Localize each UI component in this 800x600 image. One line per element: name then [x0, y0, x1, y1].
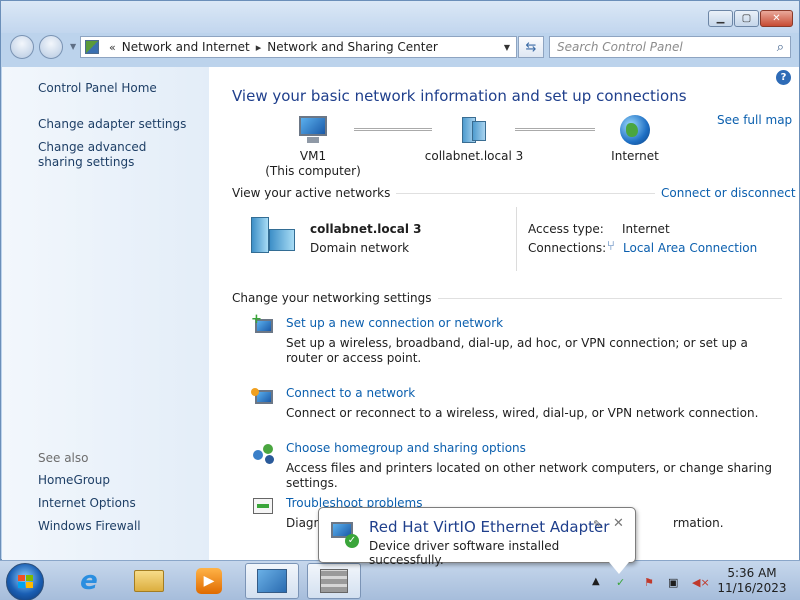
- sidebar-change-advanced-sharing[interactable]: Change advanced sharing settings: [38, 140, 188, 170]
- divider: [516, 207, 517, 271]
- clock-date: 11/16/2023: [717, 581, 787, 595]
- map-this-computer[interactable]: VM1 (This computer): [263, 115, 363, 179]
- maximize-button[interactable]: ▢: [734, 10, 759, 27]
- sidebar-homegroup[interactable]: HomeGroup: [38, 473, 110, 488]
- connect-to-network-link[interactable]: Connect to a network: [286, 386, 415, 400]
- troubleshoot-icon: [251, 496, 277, 520]
- breadcrumb-network-and-internet[interactable]: Network and Internet: [122, 40, 250, 54]
- device-installed-tray-icon[interactable]: ✓: [616, 576, 625, 589]
- sidebar-control-panel-home[interactable]: Control Panel Home: [38, 81, 157, 96]
- connect-or-disconnect-link[interactable]: Connect or disconnect: [655, 186, 796, 200]
- device-setup-icon: [320, 569, 348, 593]
- search-icon[interactable]: ⌕: [777, 40, 784, 55]
- action-center-icon[interactable]: ⚑: [644, 576, 654, 589]
- see-full-map-link[interactable]: See full map: [717, 113, 792, 127]
- refresh-icon: ⇆: [525, 39, 537, 55]
- active-network-type[interactable]: Domain network: [310, 241, 409, 255]
- network-name: collabnet.local 3: [424, 149, 524, 163]
- new-connection-icon: +: [251, 313, 277, 339]
- setup-new-connection-desc: Set up a wireless, broadband, dial-up, a…: [286, 336, 748, 365]
- network-center-icon: [257, 569, 287, 593]
- system-tray: ▲ ✓ ⚑ ▣ ◀×: [590, 564, 710, 598]
- back-button[interactable]: [10, 35, 34, 59]
- active-network-name: collabnet.local 3: [310, 222, 422, 236]
- taskbar-device-setup[interactable]: [307, 563, 361, 599]
- taskbar-internet-explorer[interactable]: e: [62, 563, 116, 599]
- homegroup-icon: [251, 442, 277, 466]
- breadcrumb-overflow[interactable]: «: [109, 41, 116, 54]
- forward-button[interactable]: [39, 35, 63, 59]
- options-wrench-icon[interactable]: ✎: [593, 518, 602, 531]
- domain-network-large-icon: [249, 217, 301, 255]
- see-also-label: See also: [38, 451, 89, 465]
- taskbar-control-panel[interactable]: [245, 563, 299, 599]
- connect-to-network-desc: Connect or reconnect to a wireless, wire…: [286, 406, 759, 420]
- main-content: ? View your basic network information an…: [209, 67, 799, 561]
- setup-new-connection-link[interactable]: Set up a new connection or network: [286, 316, 503, 330]
- internet-label: Internet: [611, 149, 659, 163]
- networking-settings-title: Change your networking settings: [232, 291, 438, 305]
- window-controls: ▁ ▢ ✕: [708, 10, 793, 27]
- address-bar[interactable]: « Network and Internet ▸ Network and Sha…: [80, 36, 517, 58]
- active-networks-title: View your active networks: [232, 186, 397, 200]
- sidebar-change-adapter-settings[interactable]: Change adapter settings: [38, 117, 186, 132]
- homegroup-sharing-desc: Access files and printers located on oth…: [286, 461, 772, 490]
- network-sharing-center-window: ▁ ▢ ✕ ▼ « Network and Internet ▸ Network…: [0, 0, 800, 561]
- breadcrumb-network-sharing-center[interactable]: Network and Sharing Center: [267, 40, 438, 54]
- minimize-button[interactable]: ▁: [708, 10, 733, 27]
- sidebar: Control Panel Home Change adapter settin…: [2, 67, 209, 561]
- access-type-value: Internet: [622, 222, 670, 236]
- internet-globe-icon: [620, 115, 650, 145]
- folder-icon: [134, 570, 164, 592]
- navigation-bar: ▼ « Network and Internet ▸ Network and S…: [1, 33, 799, 61]
- clock-time: 5:36 AM: [727, 566, 777, 580]
- network-tray-icon[interactable]: ▣: [668, 576, 678, 589]
- breadcrumb-separator-icon[interactable]: ▸: [256, 41, 262, 54]
- notification-title: Red Hat VirtIO Ethernet Adapter: [369, 518, 610, 536]
- close-button[interactable]: ✕: [760, 10, 793, 27]
- recent-pages-dropdown-icon[interactable]: ▼: [70, 42, 76, 51]
- help-icon[interactable]: ?: [776, 70, 791, 85]
- show-hidden-icons-icon[interactable]: ▲: [592, 576, 600, 587]
- notification-text: Device driver software installed success…: [369, 539, 560, 567]
- ethernet-plug-icon: ⑂: [607, 239, 615, 254]
- title-bar[interactable]: ▁ ▢ ✕: [1, 1, 799, 33]
- search-input[interactable]: Search Control Panel ⌕: [549, 36, 791, 58]
- sidebar-windows-firewall[interactable]: Windows Firewall: [38, 519, 141, 534]
- page-title: View your basic network information and …: [232, 87, 687, 105]
- computer-subtitle: (This computer): [265, 164, 361, 178]
- connect-to-network-icon: [251, 386, 277, 410]
- windows-logo-icon: [18, 575, 34, 589]
- control-panel-icon: [85, 40, 99, 54]
- network-adapter-icon: ✓: [331, 520, 361, 548]
- internet-explorer-icon: e: [80, 566, 98, 596]
- access-type-label: Access type:: [528, 222, 604, 236]
- notification-close-icon[interactable]: ✕: [613, 516, 624, 531]
- sidebar-internet-options[interactable]: Internet Options: [38, 496, 136, 511]
- refresh-button[interactable]: ⇆: [518, 36, 544, 58]
- taskbar-windows-explorer[interactable]: [122, 563, 176, 599]
- homegroup-sharing-link[interactable]: Choose homegroup and sharing options: [286, 441, 526, 455]
- computer-icon: [297, 115, 329, 145]
- media-player-icon: ▶: [196, 568, 222, 594]
- address-dropdown-icon[interactable]: ▼: [504, 43, 510, 52]
- connections-label: Connections:: [528, 241, 607, 255]
- computer-name: VM1: [299, 149, 327, 163]
- search-placeholder: Search Control Panel: [557, 40, 683, 54]
- clock[interactable]: 5:36 AM 11/16/2023: [712, 566, 792, 596]
- troubleshoot-desc-end: rmation.: [673, 516, 724, 530]
- volume-muted-icon[interactable]: ◀×: [692, 576, 710, 589]
- driver-install-notification[interactable]: ✓ Red Hat VirtIO Ethernet Adapter Device…: [318, 507, 636, 574]
- domain-network-icon: [458, 115, 490, 145]
- start-button[interactable]: [6, 563, 44, 600]
- map-connector-line: [515, 128, 595, 131]
- balloon-tail: [609, 562, 629, 574]
- map-internet-node[interactable]: Internet: [600, 115, 670, 164]
- map-network-node[interactable]: collabnet.local 3: [419, 115, 529, 164]
- taskbar-media-player[interactable]: ▶: [182, 563, 236, 599]
- local-area-connection-link[interactable]: Local Area Connection: [623, 241, 757, 255]
